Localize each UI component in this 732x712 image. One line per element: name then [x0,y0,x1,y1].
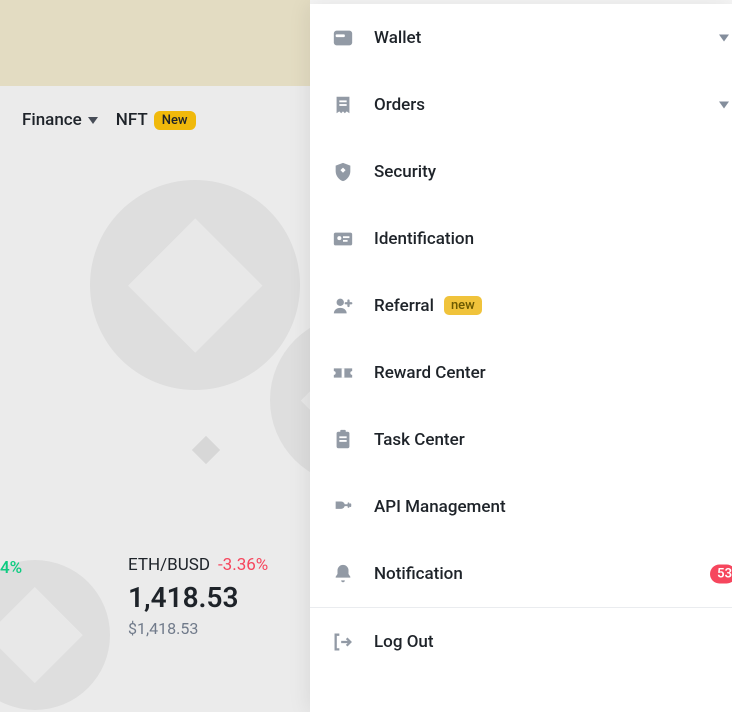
ticker-change-left: 4% [0,558,22,578]
diamond-decoration-small [192,436,220,464]
ticker-pair: ETH/BUSD [128,555,210,575]
menu-notification[interactable]: Notification 53 [310,540,732,607]
menu-log-out-label: Log Out [374,632,434,652]
menu-api-management-label: API Management [374,497,506,517]
menu-wallet-label: Wallet [374,28,421,48]
shield-icon [332,161,354,183]
menu-security[interactable]: Security [310,138,732,205]
menu-notification-label: Notification [374,564,463,584]
menu-referral-label: Referral [374,296,434,316]
referral-icon [332,295,354,317]
menu-reward-center-label: Reward Center [374,363,486,383]
background-left: Finance NFT New 4% ETH/BUSD -3.36% 1,418… [0,0,310,712]
logout-icon [332,631,354,653]
chevron-down-icon [88,117,98,124]
coin-decoration-bottom [0,560,110,710]
ticker-block[interactable]: ETH/BUSD -3.36% 1,418.53 $1,418.53 [128,555,268,638]
ticker-usd: $1,418.53 [128,619,268,638]
menu-task-center[interactable]: Task Center [310,406,732,473]
nft-new-badge: New [154,111,196,130]
ticket-icon [332,362,354,384]
orders-icon [332,94,354,116]
menu-log-out[interactable]: Log Out [310,608,732,675]
menu-identification-label: Identification [374,229,474,249]
nav-row: Finance NFT New [22,110,196,130]
menu-wallet[interactable]: Wallet [310,4,732,71]
chevron-down-icon [719,34,729,41]
bell-icon [332,563,354,585]
menu-orders[interactable]: Orders [310,71,732,138]
wallet-icon [332,27,354,49]
top-banner-strip [0,0,310,86]
chevron-down-icon [719,101,729,108]
menu-orders-label: Orders [374,95,425,115]
menu-identification[interactable]: Identification [310,205,732,272]
referral-new-badge: new [444,296,482,315]
account-menu-panel: Wallet Orders Security Identification Re… [310,4,732,712]
nav-finance[interactable]: Finance [22,110,98,130]
menu-api-management[interactable]: API Management [310,473,732,540]
nav-nft-label: NFT [116,110,148,130]
menu-task-center-label: Task Center [374,430,465,450]
ticker-price: 1,418.53 [128,581,268,614]
coin-decoration-large [90,180,300,390]
nav-finance-label: Finance [22,110,82,130]
id-card-icon [332,228,354,250]
menu-security-label: Security [374,162,436,182]
menu-reward-center[interactable]: Reward Center [310,339,732,406]
clipboard-icon [332,429,354,451]
api-icon [332,496,354,518]
menu-referral[interactable]: Referral new [310,272,732,339]
ticker-change: -3.36% [218,555,268,575]
nav-nft[interactable]: NFT New [116,110,196,130]
notification-count-badge: 53 [710,564,732,583]
